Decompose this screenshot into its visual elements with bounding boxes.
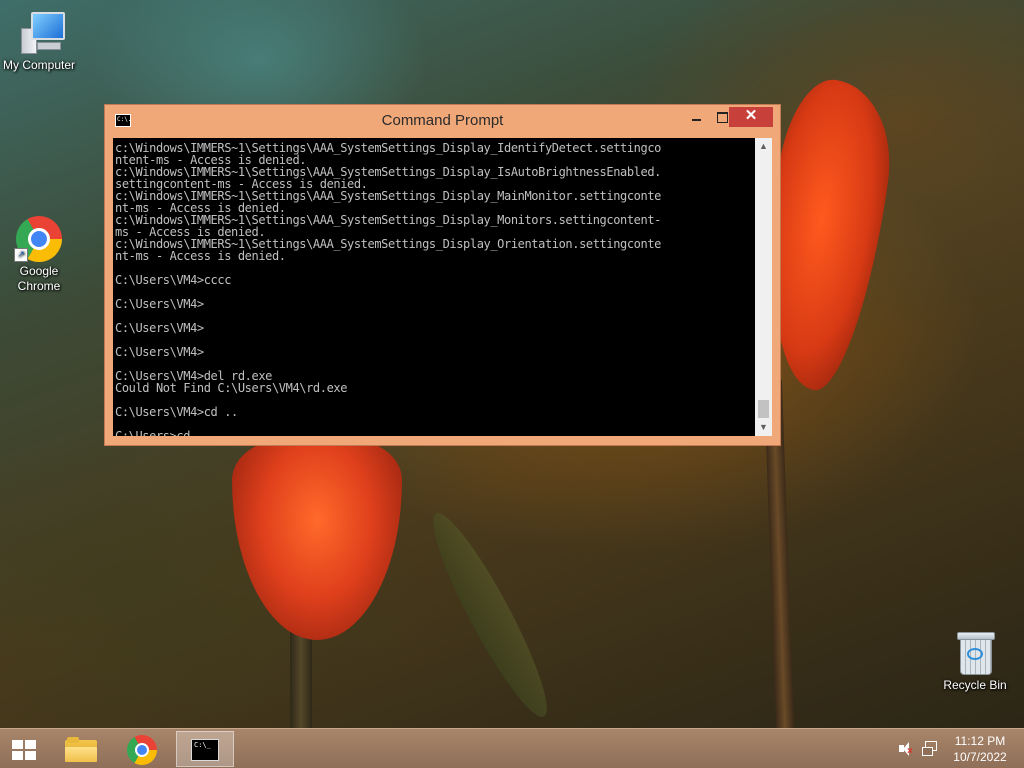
chrome-icon [127,735,157,765]
folder-icon [65,737,97,763]
scroll-down-icon[interactable]: ▼ [755,419,772,436]
wallpaper-leaf [418,504,562,726]
close-icon: ✕ [744,107,758,124]
wallpaper-tulip-left [232,440,402,640]
console-output[interactable]: c:\Windows\IMMERS~1\Settings\AAA_SystemS… [113,138,755,436]
maximize-icon [716,111,728,123]
desktop-icon-label: Recycle Bin [943,678,1007,692]
my-computer-icon [17,10,65,56]
taskbar-chrome[interactable] [114,731,170,767]
desktop-icon-my-computer[interactable]: My Computer [0,10,79,73]
command-prompt-window[interactable]: C:\. Command Prompt ✕ c:\Windows\IMMERS~… [104,104,781,446]
window-title: Command Prompt [381,112,504,129]
taskbar-file-explorer[interactable] [52,731,108,767]
desktop-icon-label: My Computer [2,58,76,72]
close-button[interactable]: ✕ [729,107,773,127]
desktop-icon-google-chrome[interactable]: ↗ Google Chrome [0,216,79,294]
tray-clock[interactable]: 11:12 PM 10/7/2022 [940,733,1020,765]
console-line: Could Not Find C:\Users\VM4\rd.exe [115,381,348,395]
scrollbar-thumb[interactable] [758,400,769,418]
cmd-icon: C:\_ [191,739,219,761]
desktop-icon-label: Google Chrome [17,264,61,293]
shortcut-arrow-icon: ↗ [14,248,28,262]
minimize-icon [691,119,701,122]
scroll-up-icon[interactable]: ▲ [755,138,772,155]
taskbar: C:\_ × 11:12 PM 10/7/2022 [0,728,1024,768]
console-line: C:\Users\VM4>cd .. [115,405,238,419]
recycle-bin-icon [955,630,995,676]
console-line: C:\Users\VM4> [115,297,204,311]
wallpaper-stem-left [290,630,312,728]
window-titlebar[interactable]: C:\. Command Prompt ✕ [105,105,780,137]
vertical-scrollbar[interactable]: ▲ ▼ [755,138,772,436]
network-icon[interactable] [922,741,938,757]
minimize-button[interactable] [683,107,709,127]
console-line: C:\Users\VM4>cccc [115,273,232,287]
start-button[interactable] [0,731,48,767]
console-line: C:\Users\VM4> [115,345,204,359]
console-line: C:\Users>cd. [115,429,197,436]
desktop-icon-recycle-bin[interactable]: Recycle Bin [935,630,1015,693]
windows-logo-icon [12,740,36,760]
desktop: My Computer ↗ Google Chrome Recycle Bin … [0,0,1024,728]
clock-date: 10/7/2022 [953,750,1007,764]
taskbar-command-prompt[interactable]: C:\_ [176,731,234,767]
console-lines: c:\Windows\IMMERS~1\Settings\AAA_SystemS… [115,142,755,436]
chrome-icon: ↗ [14,216,62,262]
console-line: nt-ms - Access is denied. [115,249,286,263]
clock-time: 11:12 PM [954,734,1006,748]
volume-muted-icon[interactable]: × [898,741,914,757]
console-line: C:\Users\VM4> [115,321,204,335]
